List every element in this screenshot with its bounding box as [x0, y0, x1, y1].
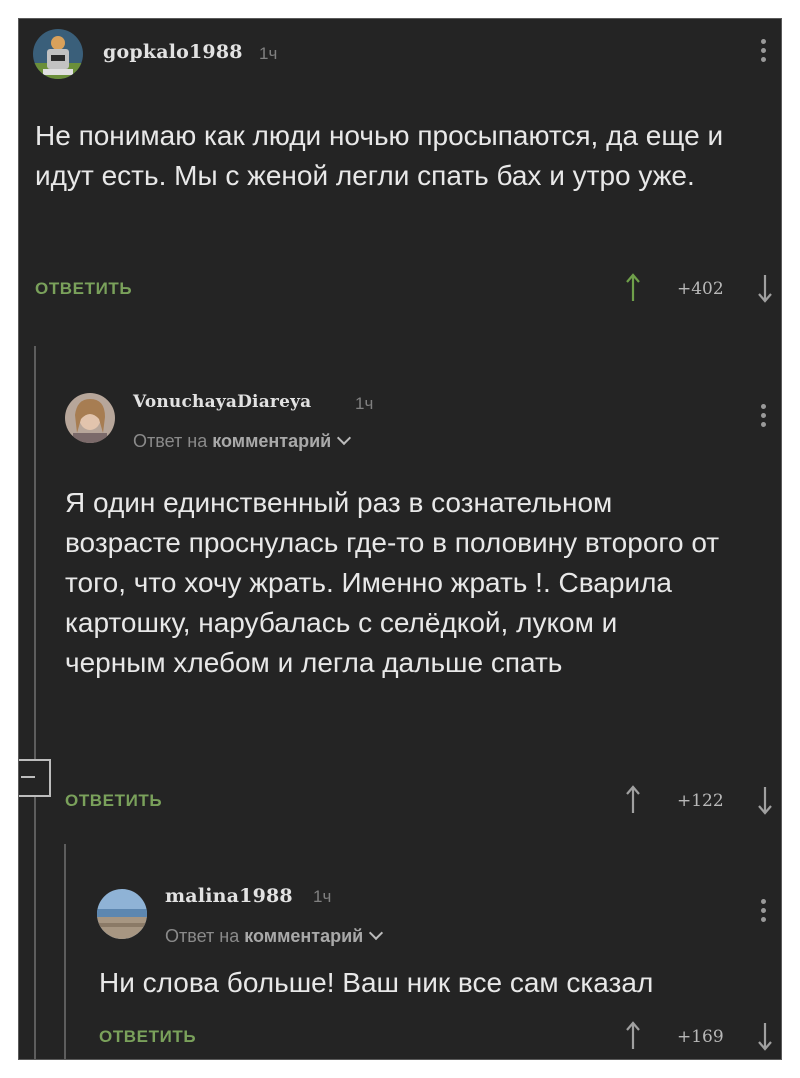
vote-controls: +402 — [621, 273, 773, 303]
kebab-menu-icon[interactable] — [761, 39, 767, 66]
reply-to-target[interactable]: комментарий — [212, 431, 331, 451]
comment-time: 1ч — [313, 887, 332, 906]
reply-button[interactable]: ОТВЕТИТЬ — [99, 1027, 196, 1047]
avatar[interactable] — [65, 393, 115, 443]
arrow-down-icon[interactable] — [757, 273, 773, 303]
username[interactable]: VonuchayaDiareya — [133, 392, 311, 412]
avatar[interactable] — [97, 889, 147, 939]
arrow-down-icon[interactable] — [757, 1021, 773, 1051]
arrow-up-icon[interactable] — [625, 273, 641, 303]
arrow-up-icon[interactable] — [625, 1021, 641, 1051]
comment-time: 1ч — [355, 394, 374, 413]
vote-controls: +122 — [621, 785, 773, 815]
arrow-down-icon[interactable] — [757, 785, 773, 815]
reply-button[interactable]: ОТВЕТИТЬ — [35, 279, 132, 299]
comment-vonuchayadiareya: VonuchayaDiareya 1ч Ответ на комментарий… — [19, 339, 781, 839]
comment-text: Ни слова больше! Ваш ник все сам сказал — [99, 967, 654, 998]
reply-to-prefix: Ответ на — [133, 431, 208, 451]
comment-time: 1ч — [259, 44, 278, 63]
vote-score: +169 — [677, 1027, 724, 1047]
comment-gopkalo1988: gopkalo1988 1ч Не понимаю как люди ночью… — [19, 19, 781, 339]
comment-text: Я один единственный раз в сознательном в… — [65, 487, 720, 678]
chevron-down-icon[interactable] — [337, 430, 352, 446]
kebab-menu-icon[interactable] — [761, 899, 767, 926]
comments-panel: gopkalo1988 1ч Не понимаю как люди ночью… — [18, 18, 782, 1060]
kebab-menu-icon[interactable] — [761, 404, 767, 431]
reply-button[interactable]: ОТВЕТИТЬ — [65, 791, 162, 811]
arrow-up-icon[interactable] — [625, 785, 641, 815]
reply-to-link[interactable]: Ответ на комментарий — [133, 430, 352, 452]
comment-malina1988: malina1988 1ч Ответ на комментарий Ни сл… — [19, 839, 781, 1059]
username[interactable]: gopkalo1988 — [103, 41, 243, 63]
vote-score: +402 — [677, 279, 724, 299]
vote-score: +122 — [677, 791, 724, 811]
reply-to-target[interactable]: комментарий — [244, 926, 363, 946]
avatar[interactable] — [33, 29, 83, 79]
reply-to-prefix: Ответ на — [165, 926, 240, 946]
username[interactable]: malina1988 — [165, 885, 293, 907]
comment-text: Не понимаю как люди ночью просыпаются, д… — [35, 120, 724, 191]
vote-controls: +169 — [621, 1021, 773, 1051]
chevron-down-icon[interactable] — [369, 925, 384, 941]
reply-to-link[interactable]: Ответ на комментарий — [165, 925, 384, 947]
